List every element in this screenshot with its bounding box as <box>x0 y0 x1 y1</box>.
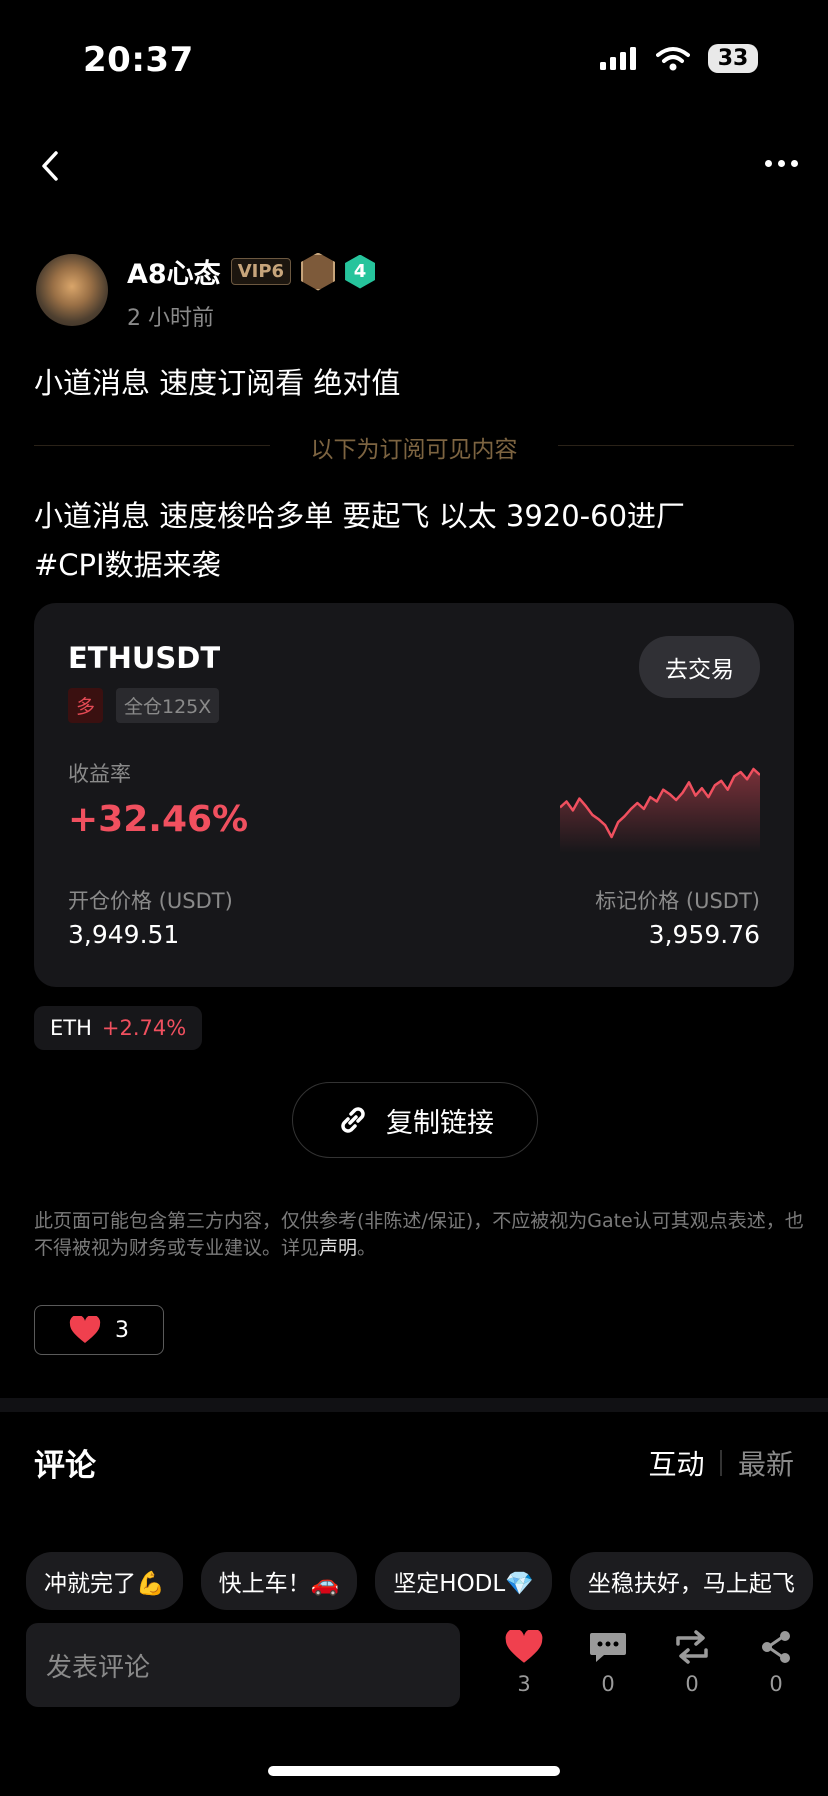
quick-reply-chip[interactable]: 快上车！🚗 <box>200 1552 358 1610</box>
like-button[interactable]: 3 <box>34 1305 164 1355</box>
quick-reply-list: 冲就完了💪 快上车！🚗 坚定HODL💎 坐稳扶好，马上起飞 <box>26 1552 813 1610</box>
level-badge: 4 <box>345 254 376 289</box>
back-icon[interactable] <box>38 150 62 182</box>
heart-icon <box>505 1630 543 1663</box>
trade-card[interactable]: ETHUSDT 多 全仓125X 去交易 收益率 +32.46% 开仓价格 (U… <box>34 603 794 987</box>
vip-badge: VIP6 <box>230 258 292 285</box>
home-indicator <box>268 1766 560 1776</box>
repost-icon <box>676 1630 708 1664</box>
copy-link-button[interactable]: 复制链接 <box>292 1082 538 1158</box>
comment-action-count: 0 <box>601 1672 615 1696</box>
status-icons: 33 <box>600 44 758 73</box>
section-separator <box>0 1398 828 1412</box>
trade-button[interactable]: 去交易 <box>639 636 760 698</box>
wifi-icon <box>656 46 690 70</box>
comment-input[interactable]: 发表评论 <box>26 1623 460 1707</box>
open-price-label: 开仓价格 (USDT) <box>68 889 233 913</box>
author-name[interactable]: A8心态 <box>127 252 221 291</box>
author-row: A8心态 VIP6 4 <box>127 252 376 291</box>
quick-reply-chip[interactable]: 冲就完了💪 <box>26 1552 183 1610</box>
sort-separator <box>720 1450 722 1476</box>
comment-sort: 互动 最新 <box>648 1443 794 1483</box>
sort-interactive-tab[interactable]: 互动 <box>648 1443 704 1483</box>
disclaimer-text: 此页面可能包含第三方内容，仅供参考(非陈述/保证)，不应被视为Gate认可其观点… <box>34 1210 804 1259</box>
price-sparkline <box>560 767 760 853</box>
post-intro: 小道消息 速度订阅看 绝对值 <box>34 366 401 400</box>
return-value: +32.46% <box>68 799 249 840</box>
share-icon <box>762 1631 790 1663</box>
like-action[interactable]: 3 <box>496 1630 552 1696</box>
share-action[interactable]: 0 <box>748 1630 804 1696</box>
more-icon[interactable] <box>765 160 798 167</box>
repost-action-count: 0 <box>685 1672 699 1696</box>
post-time: 2 小时前 <box>127 306 214 331</box>
battery-level: 33 <box>708 44 758 73</box>
post-hashtag[interactable]: #CPI数据来袭 <box>34 541 794 590</box>
mark-price-label: 标记价格 (USDT) <box>595 889 760 913</box>
disclaimer: 此页面可能包含第三方内容，仅供参考(非陈述/保证)，不应被视为Gate认可其观点… <box>34 1208 804 1262</box>
repost-action[interactable]: 0 <box>664 1630 720 1696</box>
status-time: 20:37 <box>83 40 194 80</box>
post-body-line: 小道消息 速度梭哈多单 要起飞 以太 3920-60进厂 <box>34 499 686 533</box>
trade-pair: ETHUSDT <box>68 641 221 675</box>
coin-change: +2.74% <box>101 1016 187 1040</box>
heart-icon <box>69 1316 101 1343</box>
share-action-count: 0 <box>769 1672 783 1696</box>
quick-reply-chip[interactable]: 坚定HODL💎 <box>375 1552 552 1610</box>
copy-link-label: 复制链接 <box>386 1107 494 1139</box>
disclaimer-link[interactable]: 声明 <box>319 1237 357 1259</box>
like-action-count: 3 <box>517 1672 531 1696</box>
subscriber-divider: 以下为订阅可见内容 <box>310 437 518 463</box>
avatar[interactable] <box>36 254 108 326</box>
link-icon <box>341 1107 365 1133</box>
mark-price-value: 3,959.76 <box>648 920 760 949</box>
like-count: 3 <box>115 1317 129 1343</box>
coin-tag[interactable]: ETH +2.74% <box>34 1006 203 1050</box>
coin-symbol: ETH <box>50 1016 92 1040</box>
return-label: 收益率 <box>68 762 131 786</box>
open-price-value: 3,949.51 <box>68 920 180 949</box>
quick-reply-chip[interactable]: 坐稳扶好，马上起飞 <box>569 1552 813 1610</box>
comment-action[interactable]: 0 <box>580 1630 636 1696</box>
signal-icon <box>600 46 636 70</box>
comment-icon <box>590 1633 626 1662</box>
comments-title: 评论 <box>34 1448 96 1484</box>
disclaimer-end: 。 <box>357 1237 377 1259</box>
post-body: 小道消息 速度梭哈多单 要起飞 以太 3920-60进厂 #CPI数据来袭 <box>34 492 794 590</box>
medal-icon <box>301 252 336 291</box>
sort-latest-tab[interactable]: 最新 <box>738 1443 794 1483</box>
side-tag: 多 <box>68 688 104 723</box>
leverage-tag: 全仓125X <box>116 688 220 723</box>
